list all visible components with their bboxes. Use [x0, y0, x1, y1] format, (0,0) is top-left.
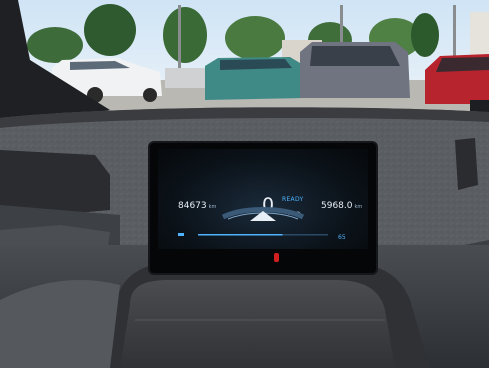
- steering-column-cover: [120, 280, 395, 368]
- teal-car: [205, 57, 305, 100]
- silver-car: [165, 68, 205, 88]
- cluster-display: 84673 km 0 READY km/h 5968.0 km 65: [158, 149, 368, 249]
- power-gauge: [178, 207, 328, 236]
- battery-icon: [178, 233, 184, 236]
- gauge-pointer-icon: [250, 211, 276, 221]
- charge-percent: 65: [338, 234, 346, 241]
- grey-van: [300, 42, 410, 98]
- car-interior-photo: 84673 km 0 READY km/h 5968.0 km 65: [0, 0, 489, 368]
- red-car: [425, 54, 489, 104]
- warning-led: [274, 253, 279, 262]
- right-vent: [455, 138, 478, 190]
- charge-fill: [198, 234, 283, 236]
- instrument-cluster: 84673 km 0 READY km/h 5968.0 km 65: [150, 143, 376, 273]
